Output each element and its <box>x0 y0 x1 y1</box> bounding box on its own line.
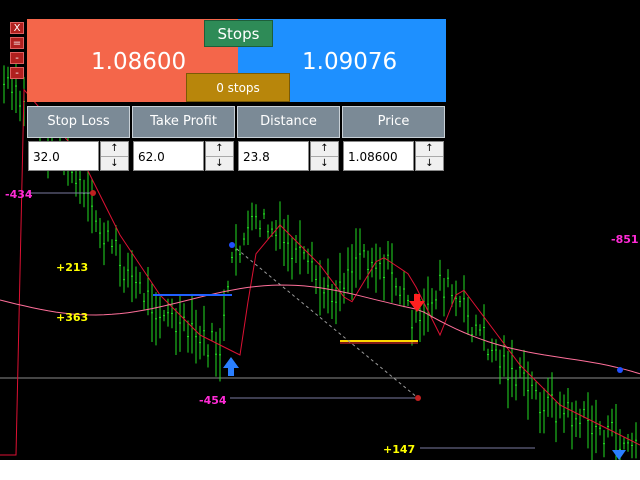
trade-label: +363 <box>56 311 89 324</box>
trade-label: +213 <box>56 261 89 274</box>
price-stepper[interactable]: ↑ ↓ <box>415 141 444 171</box>
maximize-button[interactable]: = <box>10 37 24 49</box>
collapse-button[interactable]: - <box>10 67 24 79</box>
stop-loss-stepper[interactable]: ↑ ↓ <box>100 141 129 171</box>
stops-button[interactable]: Stops <box>204 20 273 47</box>
trade-label: -454 <box>199 394 227 407</box>
trade-label: +147 <box>383 443 416 456</box>
distance-header[interactable]: Distance <box>237 106 340 138</box>
trade-marker-dot <box>229 242 235 248</box>
trade-label: -434 <box>5 188 33 201</box>
stop-loss-input[interactable]: 32.0 <box>28 141 99 171</box>
arrow-up-icon <box>612 450 626 460</box>
trade-marker-dot <box>415 395 421 401</box>
price-input[interactable]: 1.08600 <box>343 141 414 171</box>
stops-count-button[interactable]: 0 stops <box>186 73 290 102</box>
distance-stepper[interactable]: ↑ ↓ <box>310 141 339 171</box>
arrow-down-icon[interactable]: ↓ <box>311 157 338 171</box>
distance-input[interactable]: 23.8 <box>238 141 309 171</box>
trade-marker-dot <box>617 367 623 373</box>
trade-label: -851 <box>611 233 639 246</box>
arrow-down-icon <box>409 294 425 312</box>
sell-price: 1.08600 <box>91 49 187 75</box>
buy-price: 1.09076 <box>302 49 398 75</box>
bottom-strip <box>0 460 640 480</box>
stop-loss-header[interactable]: Stop Loss <box>27 106 130 138</box>
arrow-up-icon <box>223 357 239 376</box>
close-window-button[interactable]: X <box>10 22 24 34</box>
trade-marker-dot <box>90 190 96 196</box>
arrow-down-icon[interactable]: ↓ <box>101 157 128 171</box>
take-profit-input[interactable]: 62.0 <box>133 141 204 171</box>
trade-connector-dashed <box>231 244 419 399</box>
arrow-up-icon[interactable]: ↑ <box>206 142 233 157</box>
take-profit-header[interactable]: Take Profit <box>132 106 235 138</box>
minimize-button[interactable]: - <box>10 52 24 64</box>
arrow-up-icon[interactable]: ↑ <box>416 142 443 157</box>
chart-area[interactable]: X = - - 1.08600 1.09076 Stops 0 stops St… <box>0 0 640 460</box>
arrow-down-icon[interactable]: ↓ <box>416 157 443 171</box>
arrow-down-icon[interactable]: ↓ <box>206 157 233 171</box>
price-header[interactable]: Price <box>342 106 445 138</box>
arrow-up-icon[interactable]: ↑ <box>311 142 338 157</box>
take-profit-stepper[interactable]: ↑ ↓ <box>205 141 234 171</box>
arrow-up-icon[interactable]: ↑ <box>101 142 128 157</box>
